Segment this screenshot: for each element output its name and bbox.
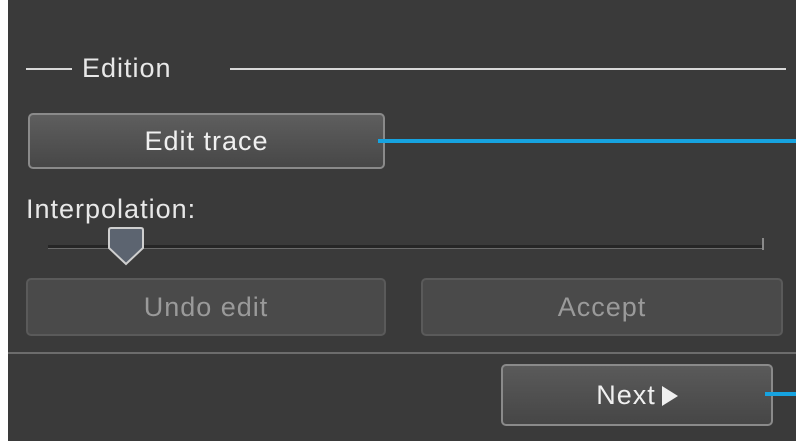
accept-button[interactable]: Accept [421, 278, 783, 336]
undo-edit-button[interactable]: Undo edit [26, 278, 386, 336]
interpolation-label: Interpolation: [26, 194, 197, 224]
edition-group-header: Edition [26, 50, 786, 86]
edit-trace-button[interactable]: Edit trace [28, 113, 385, 169]
edition-group-title: Edition [82, 53, 172, 83]
interpolation-slider-handle[interactable] [107, 226, 144, 266]
edition-panel: Edition Edit trace Interpolation: Undo e… [8, 0, 796, 441]
callout-line-edit-trace [378, 139, 796, 143]
group-divider-right [230, 68, 786, 70]
group-divider-left [26, 68, 72, 70]
slider-end-tick [762, 238, 764, 250]
slider-groove [48, 245, 764, 249]
play-arrow-icon [661, 386, 678, 406]
panel-separator [8, 352, 796, 354]
interpolation-slider[interactable] [48, 238, 764, 252]
next-button[interactable]: Next [501, 364, 773, 426]
next-button-label: Next [596, 380, 656, 410]
callout-line-next [765, 392, 796, 396]
